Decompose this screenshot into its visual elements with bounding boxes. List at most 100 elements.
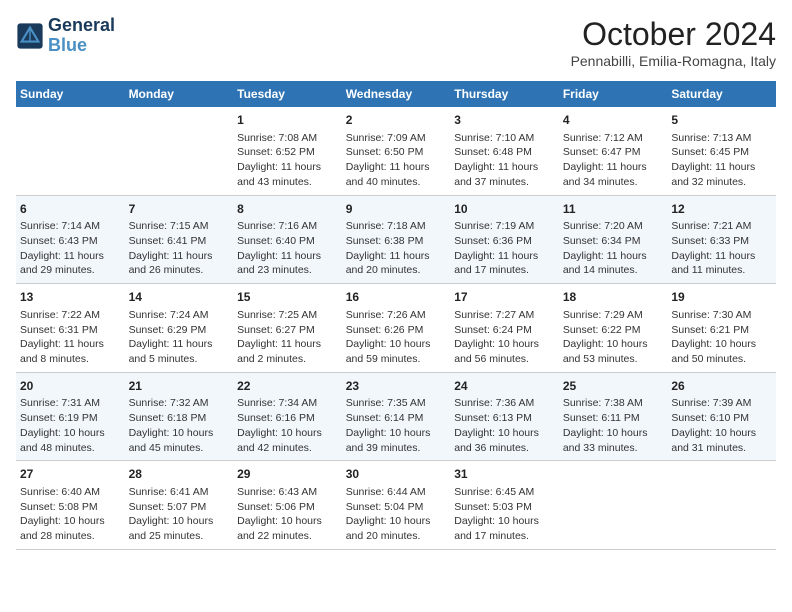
calendar-week-row: 20Sunrise: 7:31 AMSunset: 6:19 PMDayligh… <box>16 372 776 461</box>
calendar-table: SundayMondayTuesdayWednesdayThursdayFrid… <box>16 81 776 550</box>
cell-info: Daylight: 10 hours and 50 minutes. <box>671 337 772 366</box>
cell-info: Sunrise: 7:32 AM <box>129 396 230 411</box>
cell-info: Sunrise: 7:25 AM <box>237 308 338 323</box>
cell-info: Sunrise: 7:29 AM <box>563 308 664 323</box>
cell-info: Daylight: 10 hours and 31 minutes. <box>671 426 772 455</box>
cell-info: Daylight: 10 hours and 20 minutes. <box>346 514 447 543</box>
cell-info: Sunset: 6:33 PM <box>671 234 772 249</box>
calendar-week-row: 1Sunrise: 7:08 AMSunset: 6:52 PMDaylight… <box>16 107 776 195</box>
calendar-cell: 31Sunrise: 6:45 AMSunset: 5:03 PMDayligh… <box>450 461 559 550</box>
day-number: 22 <box>237 378 338 395</box>
cell-info: Sunrise: 7:26 AM <box>346 308 447 323</box>
cell-info: Sunset: 6:40 PM <box>237 234 338 249</box>
cell-info: Sunset: 6:26 PM <box>346 323 447 338</box>
calendar-week-row: 6Sunrise: 7:14 AMSunset: 6:43 PMDaylight… <box>16 195 776 284</box>
month-title: October 2024 <box>571 16 776 53</box>
calendar-cell: 5Sunrise: 7:13 AMSunset: 6:45 PMDaylight… <box>667 107 776 195</box>
cell-info: Sunrise: 7:18 AM <box>346 219 447 234</box>
cell-info: Sunset: 5:08 PM <box>20 500 121 515</box>
cell-info: Sunrise: 7:30 AM <box>671 308 772 323</box>
cell-info: Sunset: 6:50 PM <box>346 145 447 160</box>
day-number: 30 <box>346 466 447 483</box>
cell-info: Sunset: 6:24 PM <box>454 323 555 338</box>
cell-info: Sunrise: 7:27 AM <box>454 308 555 323</box>
cell-info: Sunrise: 7:21 AM <box>671 219 772 234</box>
calendar-cell: 22Sunrise: 7:34 AMSunset: 6:16 PMDayligh… <box>233 372 342 461</box>
calendar-cell: 16Sunrise: 7:26 AMSunset: 6:26 PMDayligh… <box>342 284 451 373</box>
cell-info: Sunset: 6:36 PM <box>454 234 555 249</box>
cell-info: Sunrise: 7:20 AM <box>563 219 664 234</box>
cell-info: Daylight: 10 hours and 22 minutes. <box>237 514 338 543</box>
calendar-week-row: 13Sunrise: 7:22 AMSunset: 6:31 PMDayligh… <box>16 284 776 373</box>
calendar-cell: 12Sunrise: 7:21 AMSunset: 6:33 PMDayligh… <box>667 195 776 284</box>
calendar-cell: 19Sunrise: 7:30 AMSunset: 6:21 PMDayligh… <box>667 284 776 373</box>
day-number: 5 <box>671 112 772 129</box>
logo-icon <box>16 22 44 50</box>
cell-info: Daylight: 10 hours and 45 minutes. <box>129 426 230 455</box>
calendar-cell: 24Sunrise: 7:36 AMSunset: 6:13 PMDayligh… <box>450 372 559 461</box>
logo: General Blue <box>16 16 115 56</box>
day-number: 7 <box>129 201 230 218</box>
calendar-cell <box>667 461 776 550</box>
day-number: 25 <box>563 378 664 395</box>
cell-info: Daylight: 10 hours and 39 minutes. <box>346 426 447 455</box>
cell-info: Daylight: 10 hours and 17 minutes. <box>454 514 555 543</box>
calendar-week-row: 27Sunrise: 6:40 AMSunset: 5:08 PMDayligh… <box>16 461 776 550</box>
cell-info: Sunset: 6:13 PM <box>454 411 555 426</box>
day-number: 28 <box>129 466 230 483</box>
day-number: 29 <box>237 466 338 483</box>
calendar-cell: 4Sunrise: 7:12 AMSunset: 6:47 PMDaylight… <box>559 107 668 195</box>
weekday-header: Tuesday <box>233 81 342 107</box>
day-number: 3 <box>454 112 555 129</box>
cell-info: Daylight: 10 hours and 33 minutes. <box>563 426 664 455</box>
calendar-cell: 15Sunrise: 7:25 AMSunset: 6:27 PMDayligh… <box>233 284 342 373</box>
day-number: 9 <box>346 201 447 218</box>
cell-info: Sunrise: 6:44 AM <box>346 485 447 500</box>
cell-info: Sunrise: 7:31 AM <box>20 396 121 411</box>
logo-text: General Blue <box>48 16 115 56</box>
cell-info: Daylight: 11 hours and 23 minutes. <box>237 249 338 278</box>
cell-info: Daylight: 10 hours and 42 minutes. <box>237 426 338 455</box>
calendar-cell: 6Sunrise: 7:14 AMSunset: 6:43 PMDaylight… <box>16 195 125 284</box>
cell-info: Sunrise: 7:16 AM <box>237 219 338 234</box>
calendar-cell: 23Sunrise: 7:35 AMSunset: 6:14 PMDayligh… <box>342 372 451 461</box>
cell-info: Sunset: 6:47 PM <box>563 145 664 160</box>
calendar-cell: 26Sunrise: 7:39 AMSunset: 6:10 PMDayligh… <box>667 372 776 461</box>
cell-info: Daylight: 11 hours and 20 minutes. <box>346 249 447 278</box>
day-number: 1 <box>237 112 338 129</box>
cell-info: Daylight: 11 hours and 34 minutes. <box>563 160 664 189</box>
cell-info: Daylight: 11 hours and 26 minutes. <box>129 249 230 278</box>
day-number: 24 <box>454 378 555 395</box>
calendar-cell: 8Sunrise: 7:16 AMSunset: 6:40 PMDaylight… <box>233 195 342 284</box>
cell-info: Sunrise: 7:22 AM <box>20 308 121 323</box>
location: Pennabilli, Emilia-Romagna, Italy <box>571 53 776 69</box>
day-number: 17 <box>454 289 555 306</box>
cell-info: Daylight: 10 hours and 28 minutes. <box>20 514 121 543</box>
cell-info: Sunrise: 7:39 AM <box>671 396 772 411</box>
day-number: 21 <box>129 378 230 395</box>
weekday-header: Thursday <box>450 81 559 107</box>
cell-info: Sunset: 6:16 PM <box>237 411 338 426</box>
calendar-cell: 25Sunrise: 7:38 AMSunset: 6:11 PMDayligh… <box>559 372 668 461</box>
cell-info: Sunset: 6:41 PM <box>129 234 230 249</box>
cell-info: Sunrise: 7:08 AM <box>237 131 338 146</box>
cell-info: Sunset: 6:48 PM <box>454 145 555 160</box>
cell-info: Daylight: 11 hours and 32 minutes. <box>671 160 772 189</box>
cell-info: Sunset: 6:38 PM <box>346 234 447 249</box>
cell-info: Sunset: 6:11 PM <box>563 411 664 426</box>
calendar-cell: 14Sunrise: 7:24 AMSunset: 6:29 PMDayligh… <box>125 284 234 373</box>
cell-info: Sunrise: 7:12 AM <box>563 131 664 146</box>
cell-info: Sunrise: 7:14 AM <box>20 219 121 234</box>
cell-info: Daylight: 11 hours and 17 minutes. <box>454 249 555 278</box>
cell-info: Sunrise: 7:34 AM <box>237 396 338 411</box>
calendar-cell: 2Sunrise: 7:09 AMSunset: 6:50 PMDaylight… <box>342 107 451 195</box>
calendar-cell: 21Sunrise: 7:32 AMSunset: 6:18 PMDayligh… <box>125 372 234 461</box>
day-number: 15 <box>237 289 338 306</box>
calendar-cell: 10Sunrise: 7:19 AMSunset: 6:36 PMDayligh… <box>450 195 559 284</box>
day-number: 27 <box>20 466 121 483</box>
calendar-cell <box>125 107 234 195</box>
cell-info: Daylight: 10 hours and 53 minutes. <box>563 337 664 366</box>
calendar-cell: 27Sunrise: 6:40 AMSunset: 5:08 PMDayligh… <box>16 461 125 550</box>
weekday-header: Sunday <box>16 81 125 107</box>
calendar-cell: 30Sunrise: 6:44 AMSunset: 5:04 PMDayligh… <box>342 461 451 550</box>
